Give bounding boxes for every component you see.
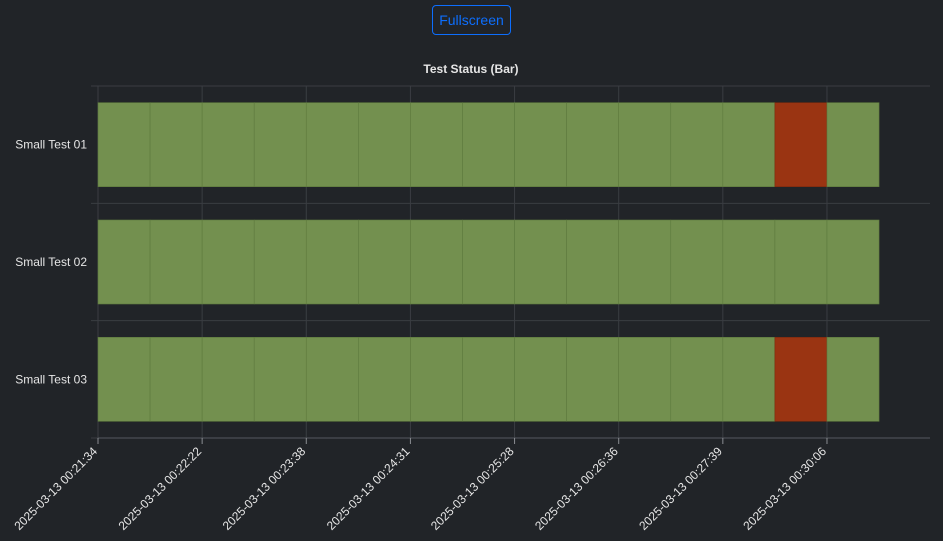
- status-segment: [722, 102, 776, 187]
- x-tick-label: 2025-03-13 00:21:34: [11, 444, 100, 533]
- status-segment: [618, 219, 672, 305]
- status-segment: [514, 219, 567, 305]
- status-segment: [358, 337, 411, 422]
- status-segment: [774, 219, 828, 305]
- status-segment: [149, 337, 203, 422]
- status-segment: [410, 337, 463, 422]
- page: Fullscreen Test Status (Bar) Small Test …: [0, 0, 943, 541]
- status-segment: [253, 337, 307, 422]
- status-segment: [410, 102, 463, 187]
- status-segment: [826, 102, 880, 187]
- status-segment: [826, 219, 880, 305]
- bar-layer: [97, 102, 880, 422]
- row-label: Small Test 03: [15, 372, 87, 386]
- row-label: Small Test 02: [15, 255, 87, 269]
- status-segment: [410, 219, 463, 305]
- status-segment: [201, 102, 255, 187]
- status-segment: [305, 337, 359, 422]
- status-segment: [97, 102, 151, 187]
- status-segment: [774, 102, 828, 187]
- status-segment: [358, 102, 411, 187]
- status-segment: [514, 102, 567, 187]
- status-segment: [566, 337, 620, 422]
- status-segment: [149, 102, 203, 187]
- status-segment: [462, 219, 515, 305]
- x-tick-label: 2025-03-13 00:23:38: [220, 444, 309, 533]
- status-segment: [566, 219, 620, 305]
- status-segment: [97, 337, 151, 422]
- x-tick-label: 2025-03-13 00:27:39: [636, 444, 725, 533]
- status-segment: [670, 337, 724, 422]
- status-segment: [618, 337, 672, 422]
- status-segment: [462, 102, 515, 187]
- status-segment: [97, 219, 151, 305]
- x-tick-label: 2025-03-13 00:24:31: [324, 444, 413, 533]
- status-chart: Test Status (Bar) Small Test 01Small Tes…: [11, 62, 930, 533]
- status-segment: [305, 219, 359, 305]
- x-tick-label: 2025-03-13 00:25:28: [428, 444, 517, 533]
- status-segment: [618, 102, 672, 187]
- status-segment: [722, 219, 776, 305]
- status-segment: [253, 219, 307, 305]
- x-tick-label: 2025-03-13 00:30:06: [740, 444, 829, 533]
- chart-title: Test Status (Bar): [423, 62, 518, 76]
- status-segment: [462, 337, 515, 422]
- status-segment: [670, 102, 724, 187]
- x-tick-label: 2025-03-13 00:22:22: [116, 444, 205, 533]
- axis-layer: Small Test 01 Small Test 02 Small Test 03 2…: [11, 138, 930, 533]
- status-segment: [670, 219, 724, 305]
- status-segment: [774, 337, 828, 422]
- status-segment: [358, 219, 411, 305]
- status-segment: [514, 337, 567, 422]
- status-segment: [305, 102, 359, 187]
- status-segment: [149, 219, 203, 305]
- status-segment: [201, 337, 255, 422]
- status-segment: [566, 102, 620, 187]
- x-tick-label: 2025-03-13 00:26:36: [532, 444, 621, 533]
- status-segment: [253, 102, 307, 187]
- status-segment: [201, 219, 255, 305]
- status-segment: [722, 337, 776, 422]
- row-label: Small Test 01: [15, 138, 87, 152]
- status-segment: [826, 337, 880, 422]
